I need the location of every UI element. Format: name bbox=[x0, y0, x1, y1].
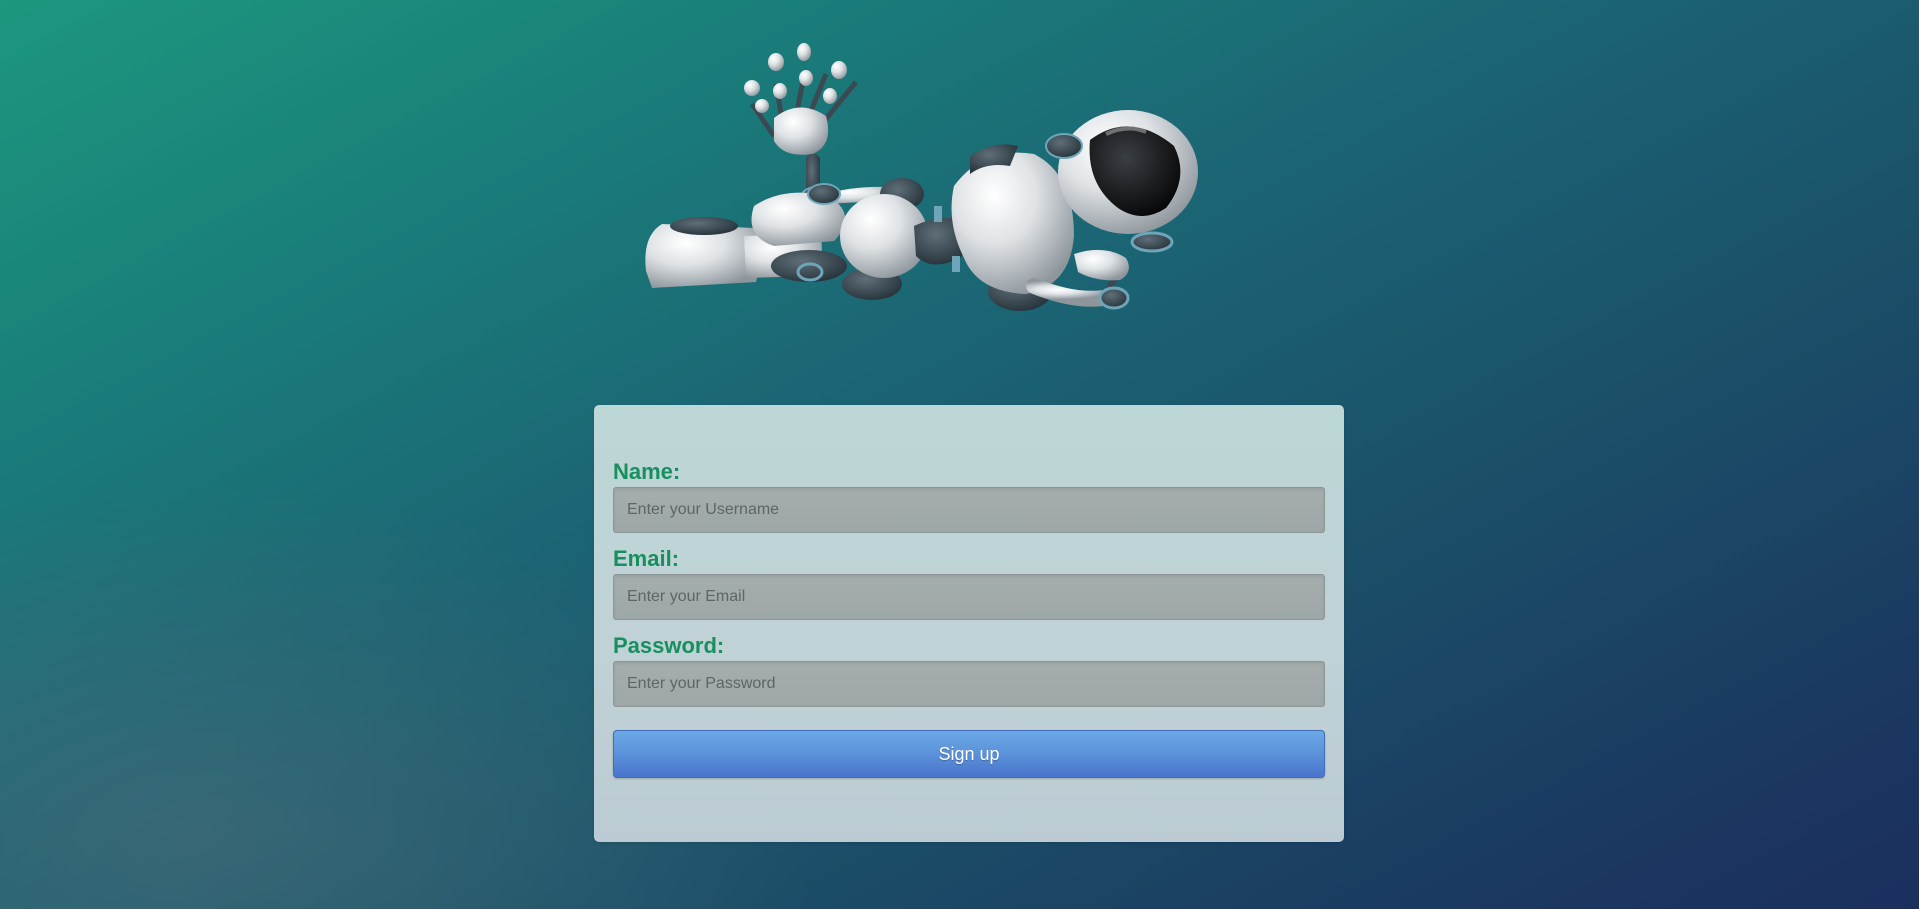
robot-legs bbox=[645, 183, 847, 288]
name-input[interactable] bbox=[613, 487, 1325, 533]
robot-hand bbox=[744, 43, 858, 155]
password-label: Password: bbox=[613, 633, 725, 658]
robot-illustration bbox=[645, 43, 1198, 311]
email-label: Email: bbox=[613, 546, 680, 571]
password-input[interactable] bbox=[613, 661, 1325, 707]
sign-up-button[interactable]: Sign up bbox=[613, 730, 1325, 778]
signup-form: Name: Email: Password: Sign up bbox=[594, 405, 1344, 842]
name-label: Name: bbox=[613, 459, 681, 484]
email-input[interactable] bbox=[613, 574, 1325, 620]
